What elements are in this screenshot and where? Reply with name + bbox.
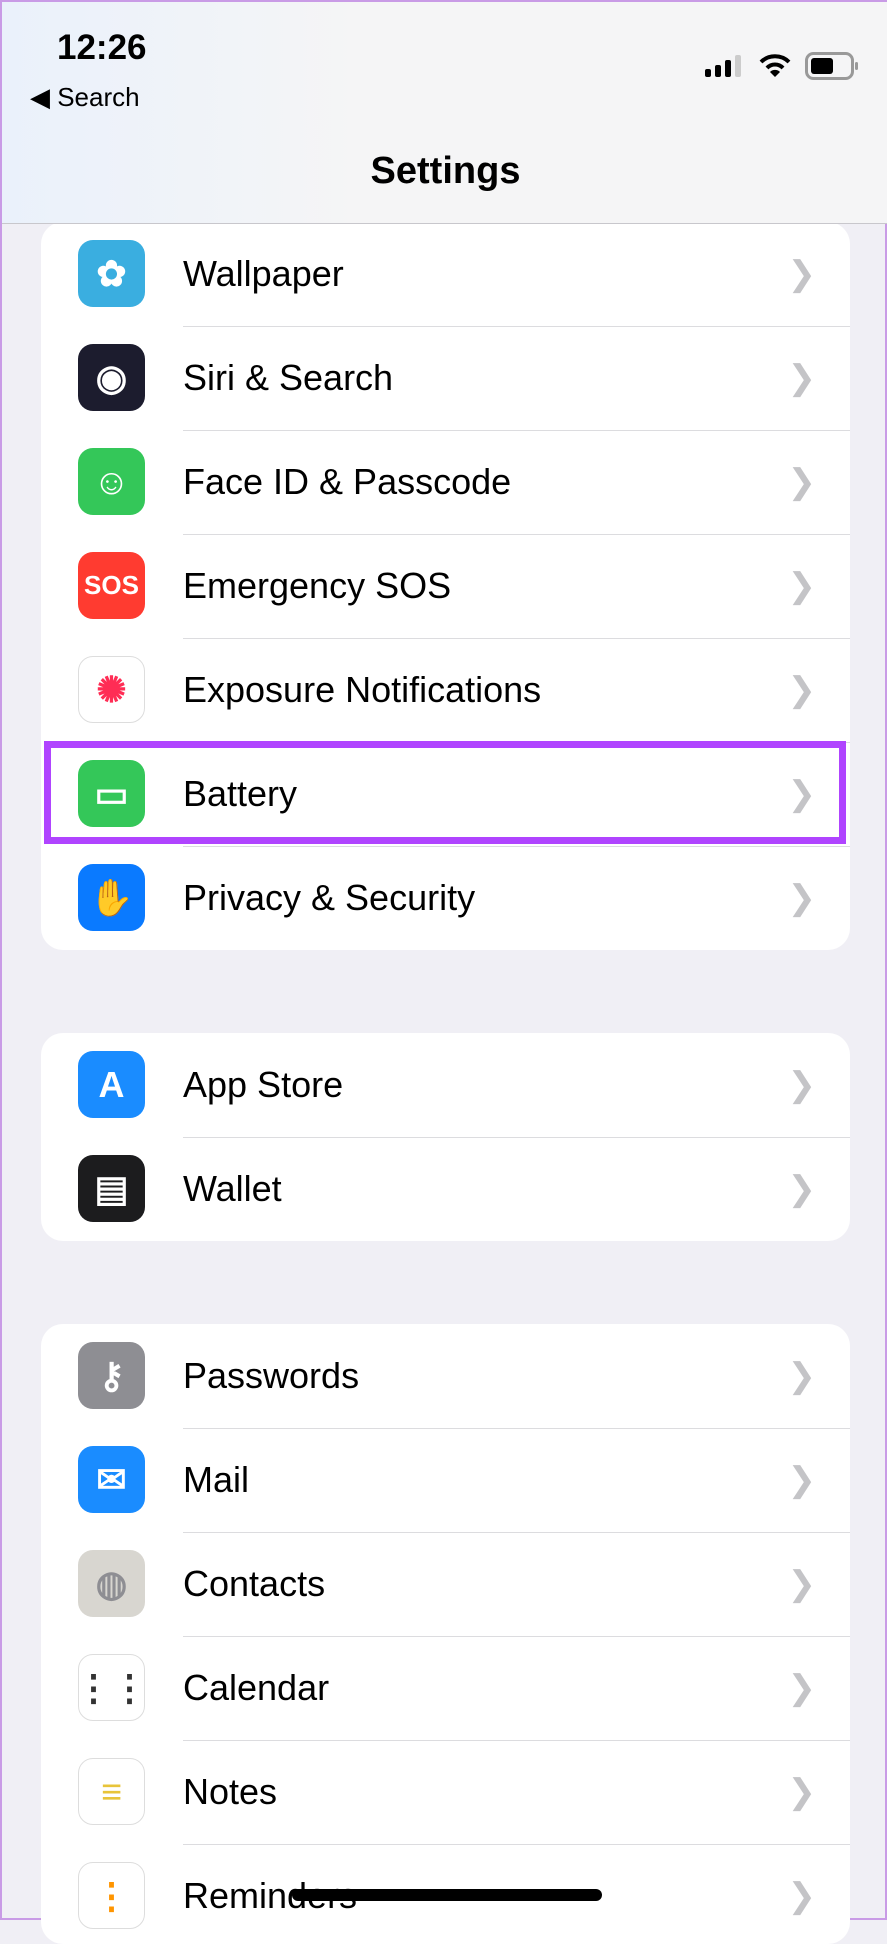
- chevron-right-icon: ❯: [787, 1357, 817, 1395]
- settings-row-emergency-sos[interactable]: SOS Emergency SOS ❯: [41, 534, 850, 638]
- row-label: Contacts: [183, 1563, 326, 1604]
- key-icon: ⚷: [78, 1342, 145, 1409]
- battery-icon: [805, 52, 858, 80]
- settings-row-privacy-security[interactable]: ✋ Privacy & Security ❯: [41, 846, 850, 950]
- row-label: Emergency SOS: [183, 565, 452, 606]
- chevron-right-icon: ❯: [787, 1773, 817, 1811]
- app-store-icon: A: [78, 1051, 145, 1118]
- settings-row-wallet[interactable]: ▤ Wallet ❯: [41, 1137, 850, 1241]
- settings-row-face-id-passcode[interactable]: ☺ Face ID & Passcode ❯: [41, 430, 850, 534]
- row-label: Siri & Search: [183, 357, 394, 398]
- chevron-right-icon: ❯: [787, 1877, 817, 1915]
- chevron-right-icon: ❯: [787, 1669, 817, 1707]
- row-label: Wallet: [183, 1168, 282, 1209]
- back-arrow-icon: ◀: [30, 82, 58, 112]
- row-separator: [183, 326, 850, 327]
- wallet-icon: ▤: [78, 1155, 145, 1222]
- wifi-icon: [759, 54, 791, 77]
- wallpaper-icon: ✿: [78, 240, 145, 307]
- back-to-search-button[interactable]: ◀ Search: [30, 82, 140, 113]
- row-label: App Store: [183, 1064, 344, 1105]
- settings-row-mail[interactable]: ✉ Mail ❯: [41, 1428, 850, 1532]
- status-icons: [705, 52, 859, 80]
- chevron-right-icon: ❯: [787, 1170, 817, 1208]
- row-separator: [183, 1844, 850, 1845]
- chevron-right-icon: ❯: [787, 879, 817, 917]
- settings-row-calendar[interactable]: ⋮⋮ Calendar ❯: [41, 1636, 850, 1740]
- row-separator: [183, 1137, 850, 1138]
- chevron-right-icon: ❯: [787, 1565, 817, 1603]
- contacts-icon: ◍: [78, 1550, 145, 1617]
- row-label: Calendar: [183, 1667, 330, 1708]
- row-label: Wallpaper: [183, 253, 344, 294]
- settings-row-notes[interactable]: ≡ Notes ❯: [41, 1740, 850, 1844]
- row-separator: [183, 1428, 850, 1429]
- chevron-right-icon: ❯: [787, 255, 817, 293]
- battery-highlight-box: [44, 741, 846, 844]
- row-label: Face ID & Passcode: [183, 461, 512, 502]
- row-label: Passwords: [183, 1355, 360, 1396]
- chevron-right-icon: ❯: [787, 359, 817, 397]
- back-label: Search: [57, 82, 140, 112]
- row-separator: [183, 534, 850, 535]
- row-separator: [183, 430, 850, 431]
- row-separator: [183, 1636, 850, 1637]
- chevron-right-icon: ❯: [787, 1066, 817, 1104]
- settings-row-exposure-notifications[interactable]: ✺ Exposure Notifications ❯: [41, 638, 850, 742]
- notes-icon: ≡: [78, 1758, 145, 1825]
- chevron-right-icon: ❯: [787, 1461, 817, 1499]
- chevron-right-icon: ❯: [787, 567, 817, 605]
- siri-icon: ◉: [78, 344, 145, 411]
- calendar-icon: ⋮⋮: [76, 1654, 148, 1721]
- chevron-right-icon: ❯: [787, 463, 817, 501]
- hand-icon: ✋: [78, 864, 145, 931]
- row-label: Notes: [183, 1771, 278, 1812]
- settings-group-3: ⚷ Passwords ❯ ✉ Mail ❯ ◍ Contacts ❯ ⋮⋮ Calendar ❯ ≡ N…: [41, 1324, 850, 1944]
- mail-icon: ✉: [78, 1446, 145, 1513]
- page-title: Settings: [370, 150, 521, 192]
- row-label: Privacy & Security: [183, 877, 476, 918]
- settings-row-siri-search[interactable]: ◉ Siri & Search ❯: [41, 326, 850, 430]
- face-id-icon: ☺: [78, 448, 145, 515]
- row-separator: [183, 846, 850, 847]
- navigation-header: 12:26 ◀ Search Settings: [2, 2, 887, 224]
- exposure-icon: ✺: [78, 656, 145, 723]
- settings-row-wallpaper[interactable]: ✿ Wallpaper ❯: [41, 222, 850, 326]
- chevron-right-icon: ❯: [787, 671, 817, 709]
- row-separator: [183, 638, 850, 639]
- home-indicator[interactable]: [292, 1889, 602, 1901]
- row-separator: [183, 1740, 850, 1741]
- cellular-signal-icon: [705, 55, 741, 77]
- settings-group-2: A App Store ❯ ▤ Wallet ❯: [41, 1033, 850, 1241]
- status-time: 12:26: [57, 28, 147, 67]
- sos-icon: SOS: [78, 552, 145, 619]
- settings-row-contacts[interactable]: ◍ Contacts ❯: [41, 1532, 850, 1636]
- settings-row-passwords[interactable]: ⚷ Passwords ❯: [41, 1324, 850, 1428]
- row-separator: [183, 1532, 850, 1533]
- row-label: Mail: [183, 1459, 250, 1500]
- reminders-icon: ⋮: [78, 1862, 145, 1929]
- row-label: Exposure Notifications: [183, 669, 542, 710]
- settings-row-app-store[interactable]: A App Store ❯: [41, 1033, 850, 1137]
